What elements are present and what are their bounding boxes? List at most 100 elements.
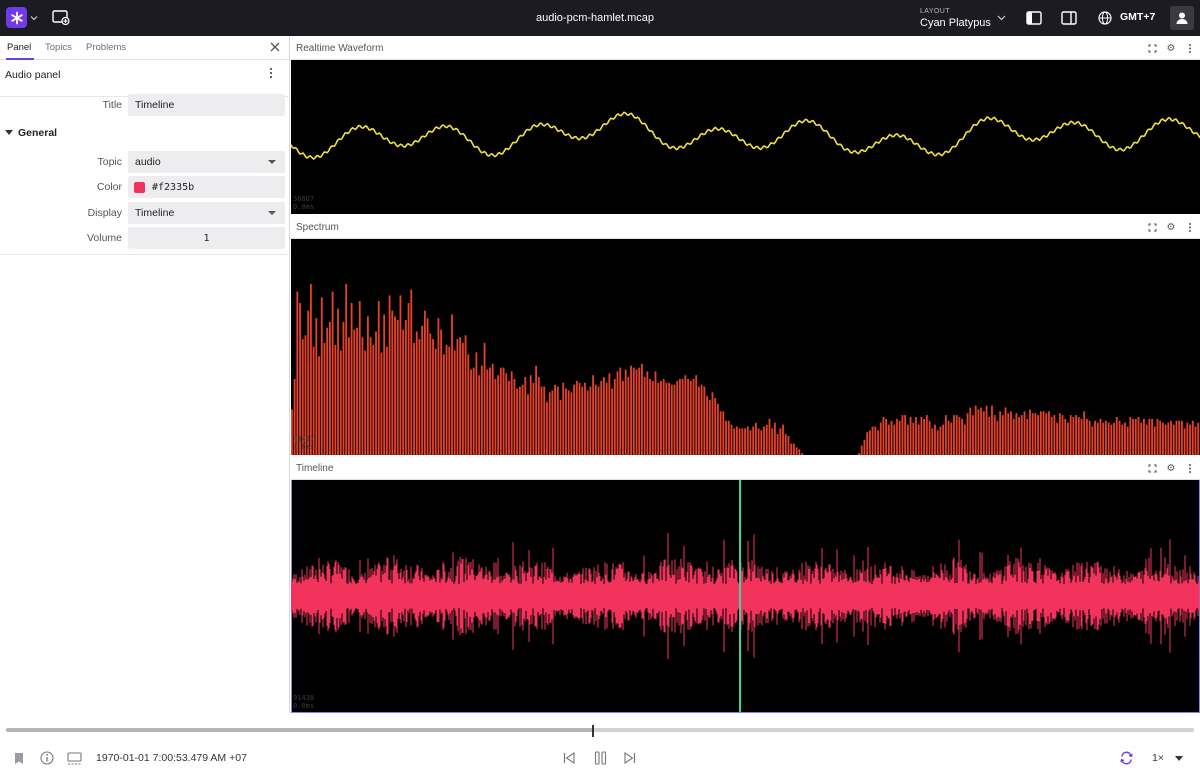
- user-menu-button[interactable]: [1170, 6, 1194, 30]
- panel-settings-menu-button[interactable]: [269, 67, 273, 82]
- spectrum-bar: [1015, 413, 1018, 455]
- info-icon[interactable]: [39, 750, 55, 766]
- spectrum-bar: [670, 384, 673, 455]
- scrubber-handle[interactable]: [591, 725, 594, 737]
- display-select[interactable]: Timeline: [128, 202, 285, 224]
- gear-icon[interactable]: ⚙: [1165, 461, 1177, 475]
- volume-field[interactable]: 1: [128, 227, 285, 249]
- playback-speed[interactable]: 1×: [1152, 752, 1164, 764]
- spectrum-bar: [1137, 417, 1140, 455]
- spectrum-bar: [342, 322, 345, 455]
- layout-name[interactable]: Cyan Platypus: [920, 17, 991, 29]
- volume-value: 1: [203, 233, 210, 244]
- loop-icon[interactable]: [1118, 750, 1135, 766]
- spectrum-bar: [1194, 426, 1197, 455]
- spectrum-bar: [589, 386, 592, 455]
- spectrum-bar: [931, 428, 934, 455]
- spectrum-bar: [1086, 418, 1088, 455]
- spectrum-bar: [529, 375, 532, 455]
- timeline-canvas: [290, 480, 1200, 712]
- left-sidebar-toggle[interactable]: [1025, 10, 1043, 26]
- globe-icon[interactable]: [1097, 10, 1113, 26]
- color-field[interactable]: #f2335b: [128, 176, 285, 198]
- settings-sidebar: Panel Topics Problems Audio panel Title …: [0, 36, 290, 713]
- spectrum-bar: [1056, 422, 1058, 455]
- spectrum-bar: [934, 424, 936, 455]
- spectrum-bar: [1007, 413, 1010, 455]
- time-range-icon[interactable]: [66, 751, 82, 765]
- general-section-header[interactable]: General: [5, 127, 57, 139]
- spectrum-bar: [494, 379, 497, 455]
- more-vertical-icon[interactable]: [1184, 461, 1196, 475]
- pause-button[interactable]: [592, 750, 608, 766]
- more-vertical-icon[interactable]: [1184, 41, 1196, 55]
- spectrum-bar: [518, 386, 521, 455]
- color-swatch[interactable]: [134, 182, 145, 193]
- app-menu-button[interactable]: [6, 7, 27, 28]
- spectrum-bar: [901, 415, 904, 455]
- spectrum-bar: [1012, 418, 1015, 455]
- spectrum-bar: [592, 375, 594, 455]
- right-sidebar-toggle[interactable]: [1060, 10, 1078, 26]
- spectrum-bar: [353, 329, 356, 455]
- spectrum-bar: [516, 388, 519, 455]
- spectrum-bar: [1029, 409, 1031, 455]
- playback-controls: 1970-01-01 7:00:53.479 AM +07 1×: [0, 713, 1200, 778]
- spectrum-bar: [749, 430, 752, 455]
- spectrum-bar: [453, 350, 456, 455]
- topic-select[interactable]: audio: [128, 151, 285, 173]
- speed-dropdown-icon[interactable]: [1174, 754, 1184, 762]
- spectrum-bar: [570, 392, 573, 455]
- more-vertical-icon[interactable]: [1184, 220, 1196, 234]
- close-sidebar-button[interactable]: [270, 39, 284, 55]
- spectrum-bar: [1159, 420, 1162, 455]
- spectrum-bar: [554, 384, 557, 455]
- spectrum-bar: [616, 371, 619, 455]
- fullscreen-icon[interactable]: [1146, 41, 1158, 55]
- spectrum-bar: [947, 420, 950, 455]
- spectrum-bar: [537, 377, 540, 455]
- spectrum-bar: [415, 331, 418, 455]
- gear-icon[interactable]: ⚙: [1165, 220, 1177, 234]
- active-tab-indicator: [6, 58, 34, 60]
- spectrum-bar: [660, 380, 662, 455]
- spectrum-bar: [1083, 411, 1086, 455]
- spectrum-bar: [361, 337, 364, 455]
- timeline-scrubber[interactable]: [6, 728, 1194, 732]
- tab-topics[interactable]: Topics: [45, 42, 72, 53]
- sidebar-tabs: Panel Topics Problems: [0, 36, 289, 60]
- spectrum-bar: [1004, 407, 1007, 455]
- add-panel-button[interactable]: [51, 9, 70, 26]
- fullscreen-icon[interactable]: [1146, 461, 1158, 475]
- spectrum-bar: [966, 413, 969, 455]
- layout-chevron-icon[interactable]: [995, 13, 1007, 23]
- tab-panel[interactable]: Panel: [7, 42, 31, 53]
- seek-backward-icon[interactable]: [562, 751, 576, 765]
- spectrum-bar: [630, 365, 632, 455]
- spectrum-bar: [779, 428, 782, 455]
- spectrum-bar: [467, 354, 470, 455]
- gear-icon[interactable]: ⚙: [1165, 41, 1177, 55]
- spectrum-bar: [565, 388, 567, 455]
- current-time[interactable]: 1970-01-01 7:00:53.479 AM +07: [96, 752, 247, 764]
- spectrum-bar: [687, 379, 689, 455]
- spectrum-bar: [578, 382, 581, 455]
- app-menu-chevron-icon[interactable]: [29, 12, 39, 24]
- spectrum-bar: [296, 291, 299, 455]
- spectrum-bar: [1067, 422, 1069, 455]
- spectrum-bar: [584, 382, 586, 455]
- spectrum-bar: [524, 377, 527, 455]
- spectrum-bar: [1191, 420, 1194, 455]
- seek-forward-icon[interactable]: [623, 751, 637, 765]
- title-field[interactable]: Timeline: [128, 94, 285, 116]
- tab-problems[interactable]: Problems: [86, 42, 126, 53]
- spectrum-bar: [315, 318, 318, 455]
- spectrum-bar: [698, 386, 700, 455]
- spectrum-bar: [1167, 422, 1170, 455]
- spectrum-bar: [996, 420, 999, 455]
- fullscreen-icon[interactable]: [1146, 220, 1158, 234]
- spectrum-bar: [768, 418, 771, 455]
- bookmark-icon[interactable]: [12, 751, 26, 765]
- timezone-label[interactable]: GMT+7: [1120, 11, 1155, 23]
- timeline-plot[interactable]: 91438 0.0ms: [290, 480, 1200, 712]
